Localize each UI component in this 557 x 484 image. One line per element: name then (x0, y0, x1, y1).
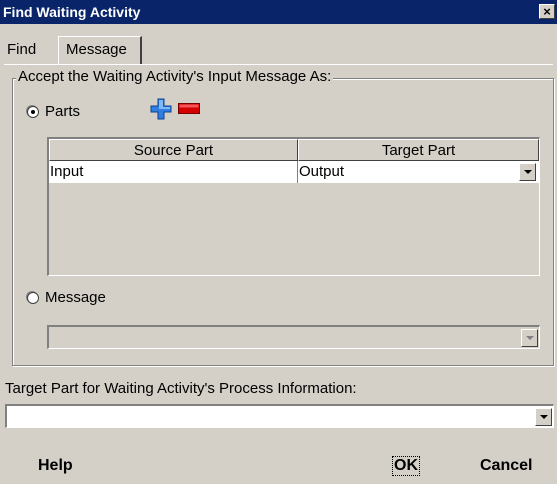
message-select[interactable] (47, 325, 540, 349)
parts-mapping-table: Source Part Target Part Input Output (47, 137, 540, 276)
column-header-source-part[interactable]: Source Part (49, 139, 298, 161)
remove-part-icon[interactable] (178, 103, 200, 114)
column-header-target-part[interactable]: Target Part (298, 139, 539, 161)
tab-divider (4, 64, 553, 65)
chevron-down-icon (526, 336, 534, 340)
add-part-icon[interactable] (150, 98, 172, 120)
tab-find[interactable]: Find (4, 38, 58, 64)
tab-message[interactable]: Message (58, 36, 142, 64)
table-row[interactable]: Input Output (49, 161, 539, 183)
close-icon[interactable]: × (539, 4, 555, 19)
source-part-cell[interactable]: Input (49, 161, 298, 183)
help-button[interactable]: Help (38, 456, 73, 476)
process-info-dropdown-button[interactable] (535, 408, 552, 426)
dialog-title: Find Waiting Activity (3, 4, 141, 20)
ok-button[interactable]: OK (392, 456, 420, 476)
message-radio-label[interactable]: Message (45, 289, 106, 307)
message-select-dropdown-button[interactable] (521, 329, 538, 347)
message-radio[interactable] (27, 292, 39, 304)
target-part-cell[interactable]: Output (298, 161, 539, 183)
process-info-select[interactable] (5, 404, 554, 428)
parts-radio[interactable] (27, 106, 39, 118)
target-part-dropdown-button[interactable] (519, 163, 536, 181)
process-info-label: Target Part for Waiting Activity's Proce… (5, 380, 357, 397)
parts-radio-label[interactable]: Parts (45, 103, 80, 121)
cancel-button[interactable]: Cancel (480, 456, 532, 476)
chevron-down-icon (540, 415, 548, 419)
chevron-down-icon (524, 170, 532, 174)
find-waiting-activity-dialog: Find Waiting Activity × Find Message Acc… (0, 0, 557, 484)
title-bar[interactable]: Find Waiting Activity × (0, 0, 557, 24)
accept-message-legend: Accept the Waiting Activity's Input Mess… (16, 68, 334, 86)
